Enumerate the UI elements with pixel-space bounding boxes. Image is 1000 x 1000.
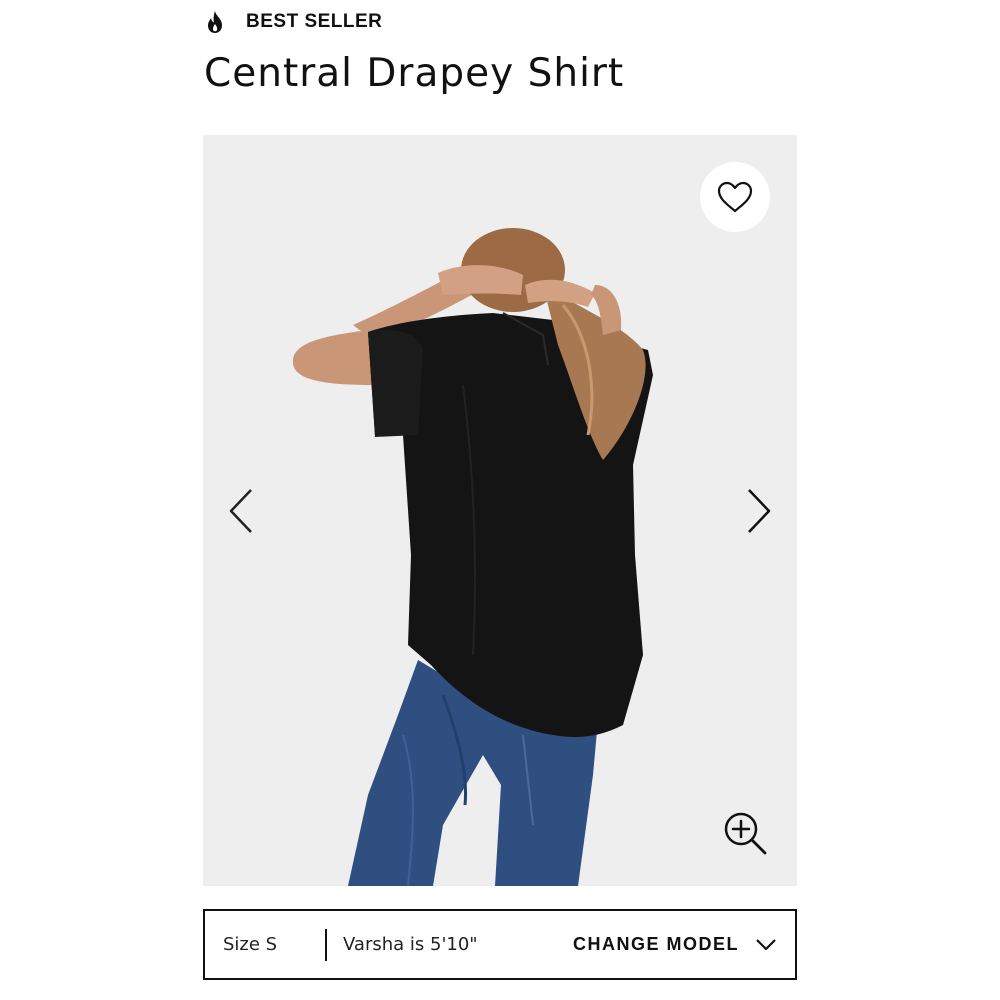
favorite-button[interactable] (700, 162, 770, 232)
model-size-bar: Size S Varsha is 5'10" CHANGE MODEL (203, 909, 797, 980)
product-image-gallery[interactable] (203, 135, 797, 886)
previous-image-button[interactable] (221, 485, 261, 537)
model-height-info: Varsha is 5'10" (343, 934, 478, 955)
divider (325, 928, 327, 961)
zoom-button[interactable] (719, 807, 771, 859)
flame-icon (204, 10, 226, 34)
change-model-button[interactable]: CHANGE MODEL (573, 934, 777, 955)
best-seller-badge: BEST SELLER (204, 8, 382, 36)
zoom-in-icon (724, 812, 767, 855)
product-title: Central Drapey Shirt (204, 51, 625, 96)
change-model-label: CHANGE MODEL (573, 934, 739, 954)
heart-icon (717, 181, 753, 213)
product-page: BEST SELLER Central Drapey Shirt Size S … (0, 0, 1000, 1000)
chevron-down-icon (755, 938, 777, 952)
product-photo (203, 135, 797, 886)
next-image-button[interactable] (739, 485, 779, 537)
chevron-right-icon (748, 489, 771, 533)
model-size-label: Size S (223, 934, 278, 955)
chevron-left-icon (229, 489, 252, 533)
best-seller-label: BEST SELLER (246, 11, 383, 32)
